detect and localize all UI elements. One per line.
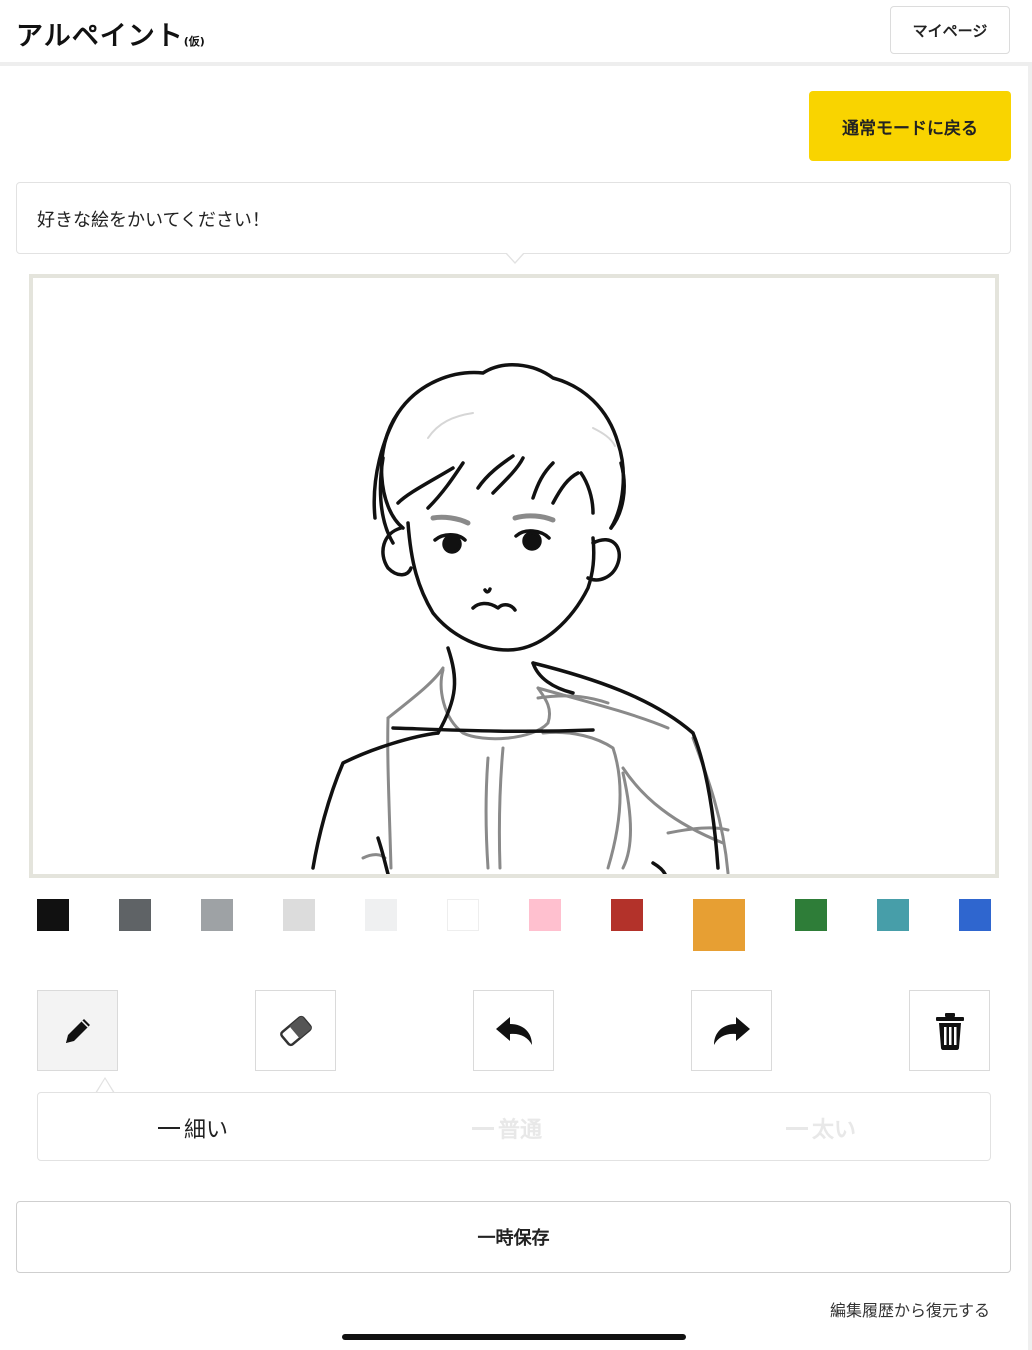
drawing-canvas[interactable] bbox=[29, 274, 999, 878]
stroke-width-thin-label: 細い bbox=[184, 1118, 229, 1143]
eraser-tool-button[interactable] bbox=[255, 990, 336, 1071]
logo-sub-text: (仮) bbox=[183, 35, 205, 48]
redo-icon bbox=[713, 1016, 750, 1045]
pen-tool-button[interactable] bbox=[37, 990, 118, 1071]
color-swatch-very-light-gray[interactable] bbox=[365, 899, 397, 931]
color-swatch-orange[interactable] bbox=[693, 899, 745, 951]
stroke-width-thin[interactable]: 細い bbox=[158, 1112, 228, 1144]
stroke-width-thick[interactable]: 太い bbox=[786, 1112, 856, 1144]
color-swatch-green[interactable] bbox=[795, 899, 827, 931]
return-normal-mode-button[interactable]: 通常モードに戻る bbox=[809, 91, 1011, 161]
eraser-icon bbox=[279, 1015, 312, 1046]
app-header: アルペイント(仮) マイページ bbox=[0, 0, 1032, 66]
color-palette bbox=[0, 898, 1032, 958]
color-swatch-teal[interactable] bbox=[877, 899, 909, 931]
thin-line-icon bbox=[158, 1127, 180, 1129]
app-logo[interactable]: アルペイント(仮) bbox=[16, 14, 205, 53]
prompt-text: 好きな絵をかいてください！ bbox=[37, 210, 270, 231]
drawing-strokes bbox=[311, 363, 730, 874]
color-swatch-red[interactable] bbox=[611, 899, 643, 931]
logo-main-text: アルペイント bbox=[16, 21, 184, 52]
stroke-width-selector: 細い 普通 太い bbox=[37, 1092, 991, 1161]
stroke-width-thick-label: 太い bbox=[812, 1118, 857, 1143]
clear-canvas-button[interactable] bbox=[909, 990, 990, 1071]
redo-button[interactable] bbox=[691, 990, 772, 1071]
width-panel-tail bbox=[95, 1077, 115, 1094]
color-swatch-light-gray[interactable] bbox=[283, 899, 315, 931]
color-swatch-dark-gray[interactable] bbox=[119, 899, 151, 931]
thick-line-icon bbox=[786, 1126, 808, 1130]
color-swatch-pink[interactable] bbox=[529, 899, 561, 931]
page-edge bbox=[1028, 66, 1032, 1350]
mypage-button[interactable]: マイページ bbox=[890, 6, 1010, 54]
color-swatch-white[interactable] bbox=[447, 899, 479, 931]
color-swatch-black[interactable] bbox=[37, 899, 69, 931]
stroke-width-normal-label: 普通 bbox=[498, 1118, 543, 1143]
home-indicator bbox=[342, 1334, 686, 1340]
pencil-icon bbox=[65, 1018, 90, 1043]
undo-button[interactable] bbox=[473, 990, 554, 1071]
undo-icon bbox=[495, 1016, 532, 1045]
prompt-bubble: 好きな絵をかいてください！ bbox=[16, 182, 1011, 254]
trash-icon bbox=[935, 1012, 964, 1050]
prompt-bubble-tail bbox=[505, 252, 525, 264]
normal-line-icon bbox=[472, 1126, 494, 1130]
color-swatch-blue[interactable] bbox=[959, 899, 991, 931]
color-swatch-gray[interactable] bbox=[201, 899, 233, 931]
restore-from-history-link[interactable]: 編集履歴から復元する bbox=[830, 1297, 990, 1321]
stroke-width-normal[interactable]: 普通 bbox=[472, 1112, 542, 1144]
temporary-save-button[interactable]: 一時保存 bbox=[16, 1201, 1011, 1273]
